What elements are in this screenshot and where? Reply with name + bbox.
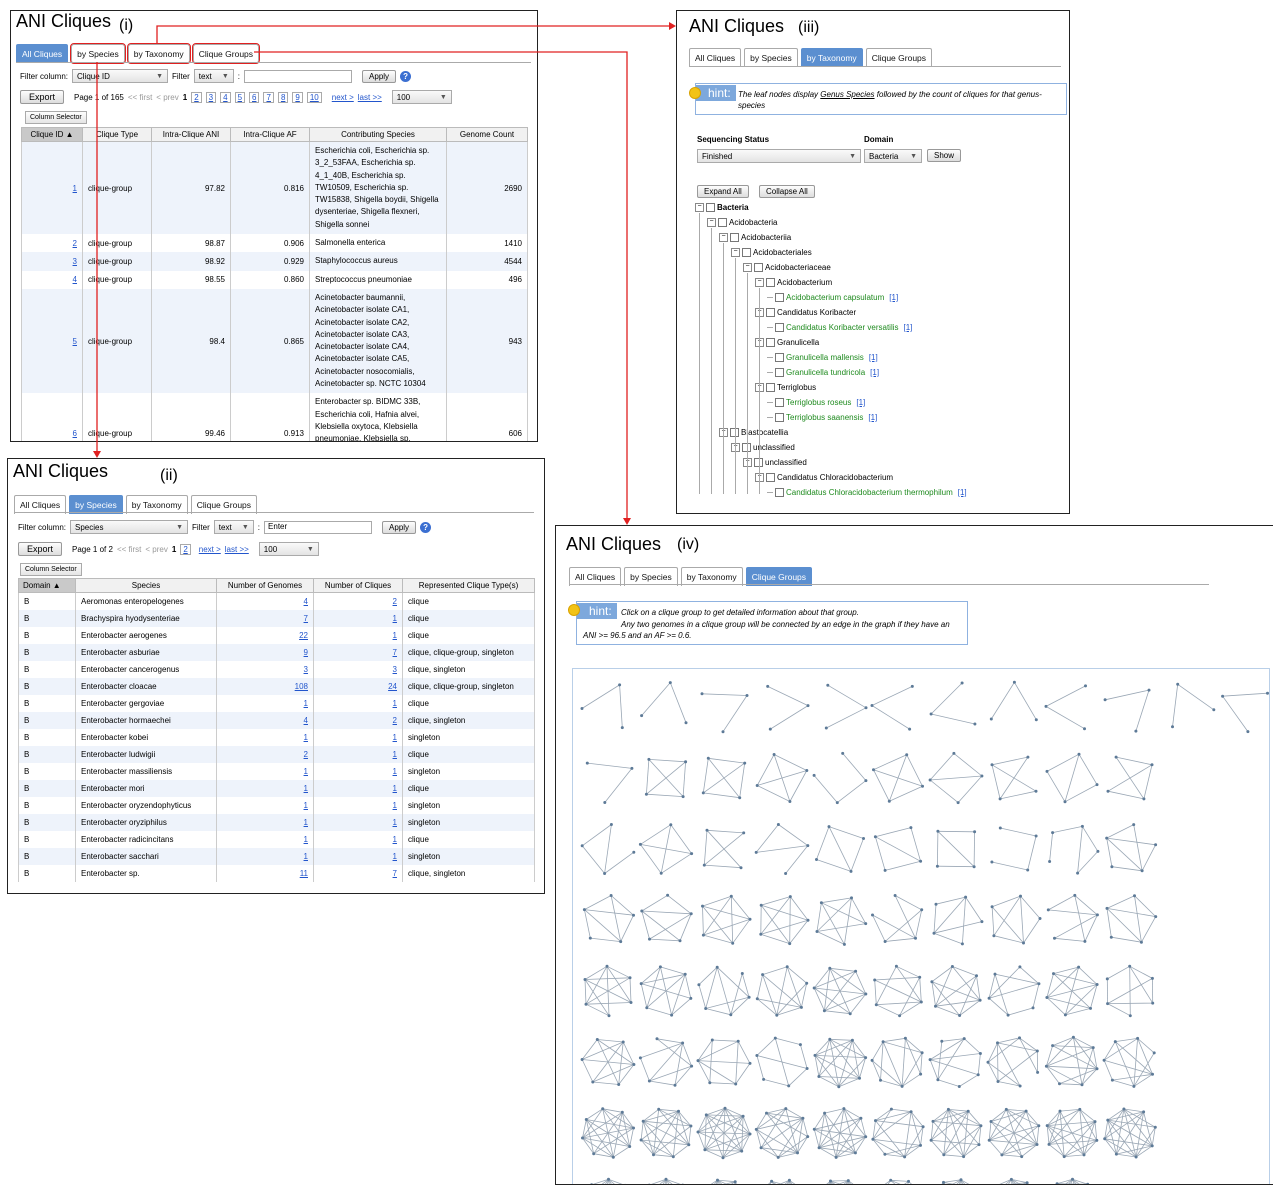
graph-edge: [609, 1179, 634, 1185]
graph-node: [907, 1180, 910, 1183]
connector-arrows: [0, 0, 1273, 1176]
graph-node: [960, 1178, 963, 1181]
graph-edge: [609, 1179, 626, 1185]
graph-edge: [997, 1179, 1012, 1185]
graph-edge: [666, 1179, 692, 1185]
clique-graph[interactable]: [639, 1178, 693, 1185]
clique-graph[interactable]: [581, 1178, 635, 1185]
arrowhead: [623, 518, 631, 525]
clique-graph[interactable]: [755, 1179, 809, 1185]
graph-edge: [649, 1179, 666, 1185]
graph-edge: [876, 1180, 890, 1185]
graph-edge: [1057, 1184, 1088, 1185]
graph-edge: [759, 1181, 772, 1185]
graph-node: [1010, 1178, 1013, 1181]
clique-graph[interactable]: [1046, 1178, 1099, 1185]
graph-edge: [698, 1180, 717, 1185]
graph-node: [665, 1178, 668, 1181]
clique-graph[interactable]: [697, 1179, 751, 1185]
graph-node: [889, 1179, 892, 1182]
clique-graph[interactable]: [813, 1179, 867, 1185]
graph-node: [1026, 1181, 1029, 1184]
graph-node: [1071, 1178, 1074, 1181]
graph-edge: [817, 1181, 830, 1185]
graph-node: [607, 1178, 610, 1181]
graph-node: [847, 1179, 850, 1182]
graph-edge: [989, 1179, 1012, 1185]
graph-edge: [961, 1180, 982, 1185]
arrowhead: [93, 451, 101, 458]
graph-node: [829, 1180, 832, 1183]
graph-edge: [848, 1181, 862, 1185]
graph-node: [716, 1179, 719, 1182]
graph-node: [734, 1180, 737, 1183]
graph-edge: [872, 1181, 908, 1185]
graph-edge: [789, 1180, 803, 1185]
clique-graph[interactable]: [987, 1178, 1041, 1185]
graph-edge: [909, 1181, 922, 1185]
graph-edge: [1057, 1179, 1072, 1183]
graph-edge: [640, 1179, 666, 1185]
graph-node: [770, 1180, 773, 1183]
clique-graph[interactable]: [930, 1178, 984, 1185]
clique-graph[interactable]: [871, 1179, 925, 1185]
graph-edge: [831, 1181, 858, 1185]
arrow-to-panel-iii: [157, 26, 670, 43]
graph-node: [942, 1181, 945, 1184]
graph-edge: [666, 1179, 683, 1185]
arrowhead: [669, 22, 676, 30]
arrow-to-panel-iv: [254, 52, 627, 519]
graph-node: [788, 1179, 791, 1182]
